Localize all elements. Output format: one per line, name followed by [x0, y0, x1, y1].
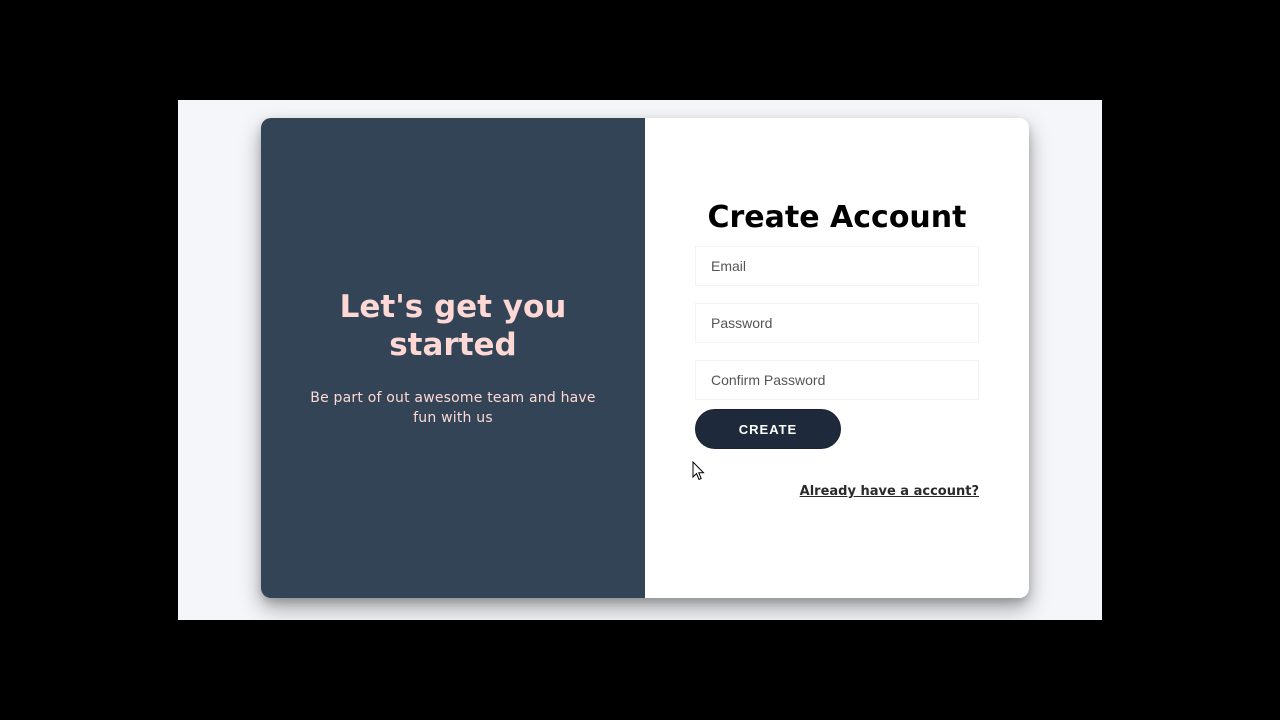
welcome-panel: Let's get you started Be part of out awe…: [261, 118, 645, 598]
browser-viewport: Let's get you started Be part of out awe…: [178, 100, 1102, 620]
signup-form-panel: Create Account CREATE Already have a acc…: [645, 118, 1029, 598]
welcome-title: Let's get you started: [339, 289, 567, 363]
signup-card: Let's get you started Be part of out awe…: [261, 118, 1029, 598]
login-link[interactable]: Already have a account?: [800, 484, 979, 499]
welcome-text: Be part of out awesome team and have fun…: [310, 390, 596, 426]
password-input[interactable]: [695, 303, 979, 343]
email-input[interactable]: [695, 246, 979, 286]
form-title: Create Account: [707, 200, 967, 235]
confirm-password-input[interactable]: [695, 360, 979, 400]
create-button[interactable]: CREATE: [695, 409, 841, 449]
